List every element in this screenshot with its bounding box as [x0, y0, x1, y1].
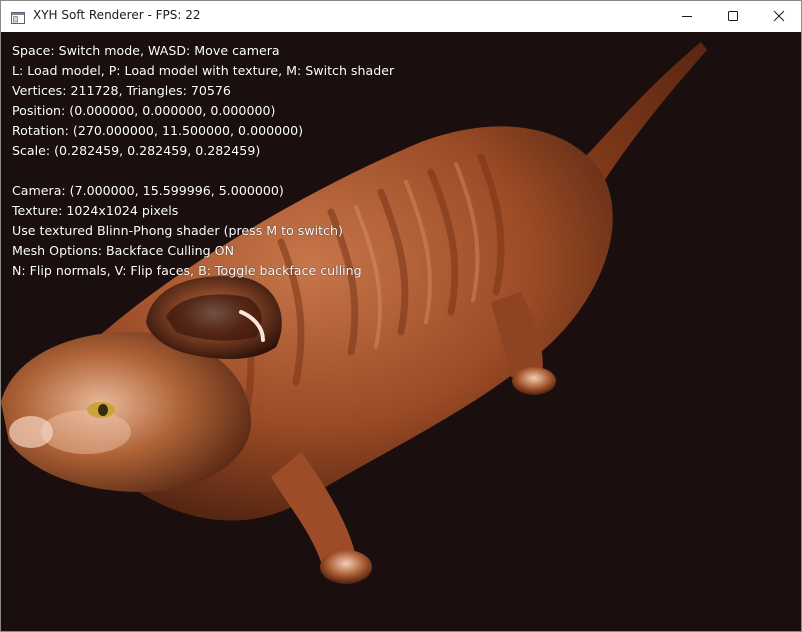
overlay-line: Camera: (7.000000, 15.599996, 5.000000)	[12, 183, 284, 198]
minimize-icon	[681, 7, 693, 26]
overlay-line: Texture: 1024x1024 pixels	[12, 203, 179, 218]
render-canvas[interactable]: Space: Switch mode, WASD: Move camera L:…	[1, 32, 801, 631]
overlay-line: Vertices: 211728, Triangles: 70576	[12, 83, 231, 98]
overlay-line	[12, 161, 394, 181]
close-button[interactable]	[756, 1, 801, 32]
overlay-line: Space: Switch mode, WASD: Move camera	[12, 43, 280, 58]
window-title: XYH Soft Renderer - FPS: 22	[33, 8, 201, 22]
overlay-line: Rotation: (270.000000, 11.500000, 0.0000…	[12, 123, 304, 138]
info-overlay: Space: Switch mode, WASD: Move camera L:…	[12, 41, 394, 281]
app-window-icon	[11, 9, 25, 24]
minimize-button[interactable]	[664, 1, 710, 32]
maximize-button[interactable]	[710, 1, 756, 32]
close-icon	[773, 7, 785, 26]
overlay-line: Use textured Blinn-Phong shader (press M…	[12, 223, 343, 238]
renderer-window: XYH Soft Renderer - FPS: 22 Space: Switc…	[0, 0, 802, 632]
title-bar[interactable]: XYH Soft Renderer - FPS: 22	[1, 1, 801, 32]
overlay-line: Position: (0.000000, 0.000000, 0.000000)	[12, 103, 276, 118]
overlay-line: Scale: (0.282459, 0.282459, 0.282459)	[12, 143, 261, 158]
overlay-line: Mesh Options: Backface Culling ON	[12, 243, 234, 258]
overlay-line: L: Load model, P: Load model with textur…	[12, 63, 395, 78]
maximize-icon	[727, 7, 739, 26]
overlay-line: N: Flip normals, V: Flip faces, B: Toggl…	[12, 263, 362, 278]
